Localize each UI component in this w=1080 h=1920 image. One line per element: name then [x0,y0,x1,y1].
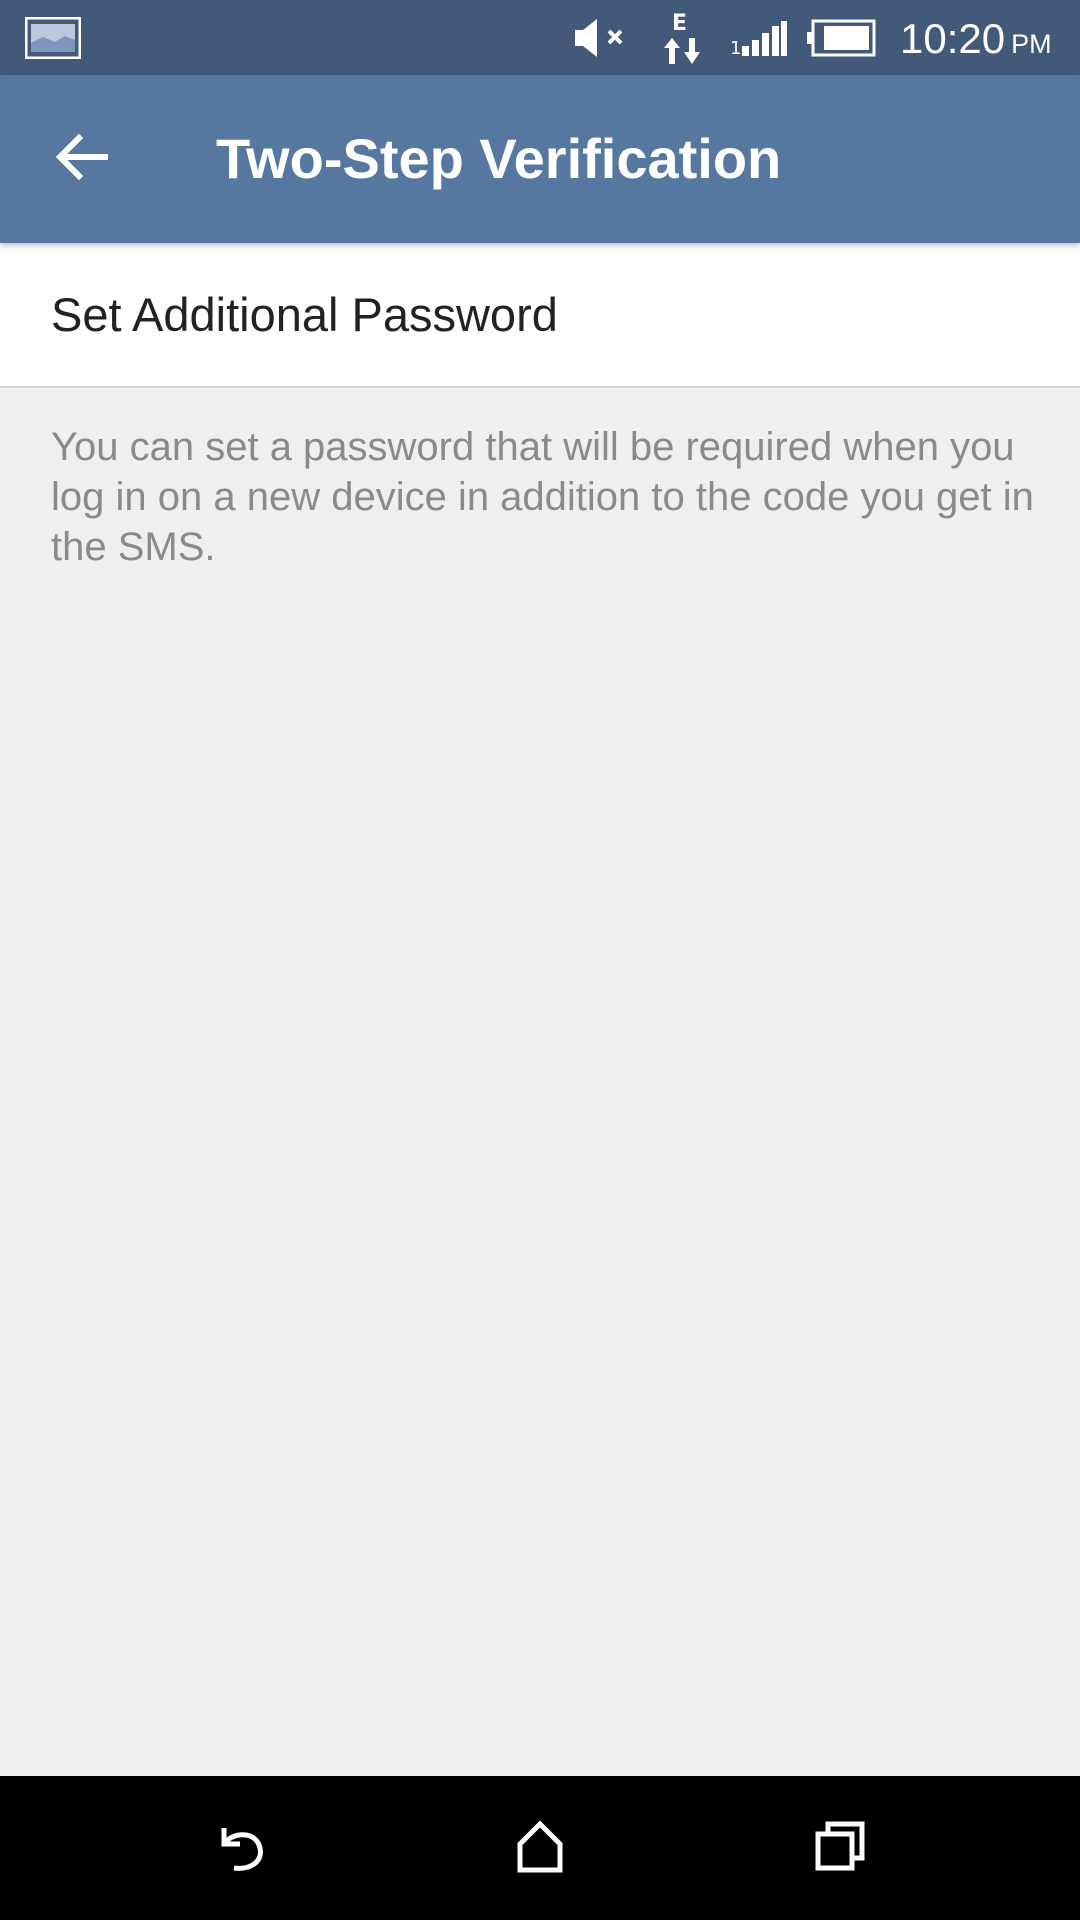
nav-back-button[interactable] [190,1798,290,1898]
page-title: Two-Step Verification [216,127,782,190]
app-bar: Two-Step Verification [0,75,1080,243]
info-description: You can set a password that will be requ… [51,425,1034,569]
back-icon [210,1818,270,1879]
nav-recents-button[interactable] [790,1798,890,1898]
svg-text:1: 1 [730,38,741,58]
set-additional-password-row[interactable]: Set Additional Password [0,243,1080,388]
home-icon [512,1818,568,1879]
set-additional-password-label: Set Additional Password [51,288,558,341]
screen: E 1 10:20 PM Two-Step Verification Set A… [0,0,1080,1920]
signal-icon: 1 [730,20,788,59]
clock-ampm: PM [1011,29,1052,59]
edge-data-icon: E [660,8,706,70]
status-clock: 10:20 PM [900,14,1052,64]
mute-icon [573,16,633,60]
navigation-bar [0,1776,1080,1920]
back-button[interactable] [40,119,124,199]
arrow-back-icon [55,132,109,187]
clock-time: 10:20 [900,15,1006,62]
svg-text:E: E [672,11,687,36]
status-bar: E 1 10:20 PM [0,0,1080,75]
battery-icon [806,18,876,58]
recents-icon [812,1818,868,1879]
gallery-notification-icon [24,16,82,60]
nav-home-button[interactable] [490,1798,590,1898]
